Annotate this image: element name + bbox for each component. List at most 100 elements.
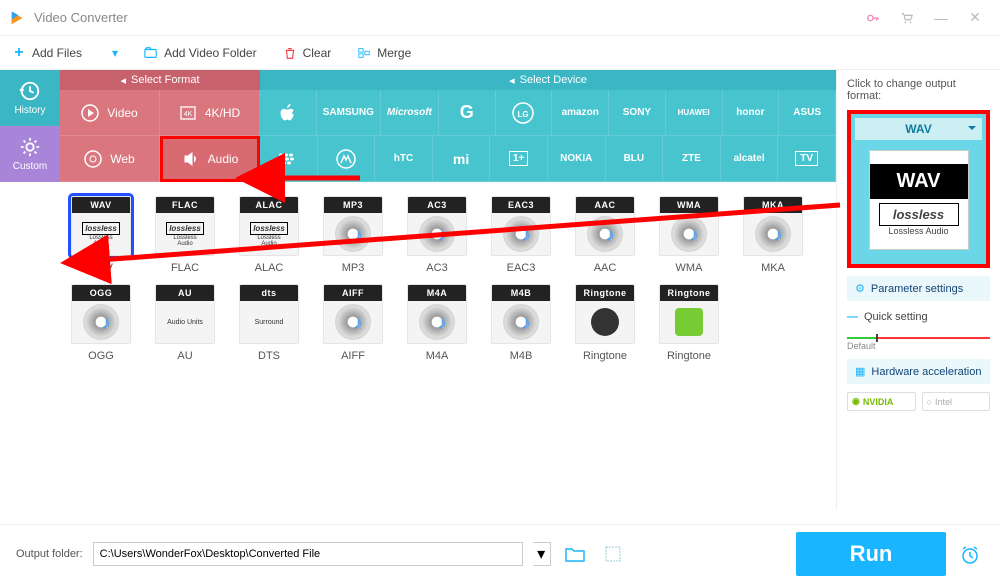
intel-chip[interactable]: ○Intel xyxy=(922,392,991,411)
quick-setting: — Quick setting xyxy=(847,309,990,325)
brand-asus[interactable]: ASUS xyxy=(779,90,836,136)
tile-head: AIFF xyxy=(324,285,382,301)
output-preview[interactable]: WAV WAV lossless Lossless Audio xyxy=(847,110,990,268)
brand-nokia[interactable]: NOKIA xyxy=(548,136,606,182)
tile-body xyxy=(324,301,382,343)
merge-button[interactable]: Merge xyxy=(357,46,411,60)
speaker-icon xyxy=(182,150,200,168)
format-tile-mka[interactable]: MKAMKA xyxy=(740,196,806,274)
brand-alcatel[interactable]: alcatel xyxy=(721,136,779,182)
cat-video[interactable]: Video xyxy=(60,90,160,136)
format-tile-wma[interactable]: WMAWMA xyxy=(656,196,722,274)
brand-blu[interactable]: BLU xyxy=(606,136,664,182)
rail-history[interactable]: History xyxy=(0,70,60,126)
rail-history-label: History xyxy=(14,105,45,116)
brand-microsoft[interactable]: Microsoft xyxy=(381,90,439,136)
hardware-accel-button[interactable]: ▦ Hardware acceleration xyxy=(847,359,990,384)
cart-icon[interactable] xyxy=(890,4,924,32)
format-tile-m4a[interactable]: M4AM4A xyxy=(404,284,470,362)
output-folder-dropdown[interactable]: ▾ xyxy=(533,542,551,566)
brand-sony[interactable]: SONY xyxy=(609,90,666,136)
dash-icon: — xyxy=(847,311,858,323)
brand-amazon[interactable]: amazon xyxy=(552,90,609,136)
brand-moto[interactable] xyxy=(318,136,376,182)
format-tile-dts[interactable]: dtsSurroundDTS xyxy=(236,284,302,362)
format-tile-mp3[interactable]: MP3MP3 xyxy=(320,196,386,274)
tile-head: M4A xyxy=(408,285,466,301)
brand-huawei[interactable]: HUAWEI xyxy=(666,90,723,136)
brand-oneplus[interactable]: 1+ xyxy=(490,136,548,182)
brand-lg[interactable]: LG xyxy=(496,90,553,136)
format-tile-au[interactable]: AUAudio UnitsAU xyxy=(152,284,218,362)
tile-label: ALAC xyxy=(255,262,284,274)
tile-body xyxy=(576,213,634,255)
format-tile-eac3[interactable]: EAC3EAC3 xyxy=(488,196,554,274)
tile-head: AC3 xyxy=(408,197,466,213)
cat-web[interactable]: Web xyxy=(60,136,160,182)
tile-label: M4B xyxy=(510,350,533,362)
clear-button[interactable]: Clear xyxy=(283,46,332,60)
trash-icon xyxy=(283,46,297,60)
quick-slider[interactable]: Default xyxy=(847,333,990,351)
brand-blackberry[interactable] xyxy=(260,136,318,182)
format-tile-ac3[interactable]: AC3AC3 xyxy=(404,196,470,274)
brand-xiaomi[interactable]: mi xyxy=(433,136,491,182)
brand-zte[interactable]: ZTE xyxy=(663,136,721,182)
tile-head: Ringtone xyxy=(576,285,634,301)
add-folder-button[interactable]: Add Video Folder xyxy=(144,46,257,60)
plus-icon: + xyxy=(12,46,26,60)
brand-tv[interactable]: TV xyxy=(778,136,836,182)
tile-head: M4B xyxy=(492,285,550,301)
output-folder-label: Output folder: xyxy=(16,548,83,560)
dropdown-icon[interactable]: ▾ xyxy=(112,46,118,60)
parameter-settings-button[interactable]: ⚙ Parameter settings xyxy=(847,276,990,301)
tile-body xyxy=(324,213,382,255)
tile-head: AU xyxy=(156,285,214,301)
close-button[interactable]: ✕ xyxy=(958,4,992,32)
tile-label: AAC xyxy=(594,262,617,274)
nvidia-chip[interactable]: ◉NVIDIA xyxy=(847,392,916,411)
tile-body: losslessLosslessAudio xyxy=(240,213,298,255)
apple-icon xyxy=(278,103,298,123)
format-tile-ringtone[interactable]: Ringtone Ringtone xyxy=(572,284,638,362)
brand-google[interactable]: G xyxy=(439,90,496,136)
category-row-2: Web Audio hTC mi 1+ NOKIA BLU ZTE alcate… xyxy=(60,136,836,182)
format-tile-wav[interactable]: WAVlosslessLosslessAudioWAV xyxy=(68,196,134,274)
add-files-button[interactable]: + Add Files ▾ xyxy=(12,46,118,60)
format-tile-alac[interactable]: ALAClosslessLosslessAudioALAC xyxy=(236,196,302,274)
gear-icon xyxy=(19,136,41,158)
history-icon xyxy=(19,80,41,102)
cat-4k[interactable]: 4K 4K/HD xyxy=(160,90,260,136)
format-tile-aac[interactable]: AACAAC xyxy=(572,196,638,274)
output-folder-input[interactable] xyxy=(93,542,523,566)
tile-label: MP3 xyxy=(342,262,365,274)
rail-custom[interactable]: Custom xyxy=(0,126,60,182)
schedule-button[interactable] xyxy=(956,540,984,568)
minimize-button[interactable]: — xyxy=(924,4,958,32)
format-tile-ogg[interactable]: OGGOGG xyxy=(68,284,134,362)
nvidia-icon: ◉ xyxy=(852,396,860,407)
brand-htc[interactable]: hTC xyxy=(375,136,433,182)
bottom-bar: Output folder: ▾ Run xyxy=(0,524,1000,582)
cat-audio[interactable]: Audio xyxy=(160,136,260,182)
tile-label: AIFF xyxy=(341,350,365,362)
select-device-header: ◂ Select Device xyxy=(260,70,836,90)
tile-head: ALAC xyxy=(240,197,298,213)
tile-body xyxy=(492,213,550,255)
key-icon[interactable] xyxy=(856,4,890,32)
format-tile-aiff[interactable]: AIFF AIFF xyxy=(320,284,386,362)
brand-samsung[interactable]: SAMSUNG xyxy=(317,90,381,136)
format-tile-flac[interactable]: FLAClosslessLosslessAudioFLAC xyxy=(152,196,218,274)
hw-vendor-row: ◉NVIDIA ○Intel xyxy=(847,392,990,411)
brand-honor[interactable]: honor xyxy=(723,90,780,136)
queue-button[interactable] xyxy=(599,542,627,566)
output-format-tab[interactable]: WAV xyxy=(855,118,982,140)
format-tile-ringtone[interactable]: RingtoneRingtone xyxy=(656,284,722,362)
brand-apple[interactable] xyxy=(260,90,317,136)
open-folder-button[interactable] xyxy=(561,542,589,566)
run-button[interactable]: Run xyxy=(796,532,946,576)
tile-label: Ringtone xyxy=(583,350,627,362)
format-tile-m4b[interactable]: M4B M4B xyxy=(488,284,554,362)
tile-label: Ringtone xyxy=(667,350,711,362)
tile-body xyxy=(492,301,550,343)
